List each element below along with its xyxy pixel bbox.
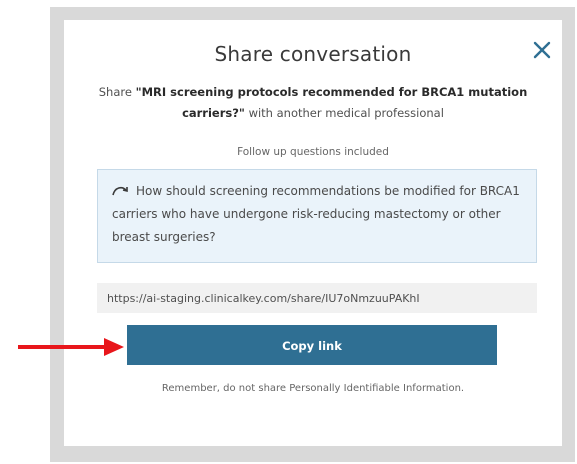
followup-label: Follow up questions included (237, 146, 389, 158)
copy-link-button[interactable]: Copy link (127, 325, 497, 365)
followup-question-box: How should screening recommendations be … (97, 169, 537, 263)
share-link-field[interactable] (97, 283, 537, 313)
pii-reminder: Remember, do not share Personally Identi… (161, 383, 465, 394)
reply-arrow-icon (112, 181, 130, 196)
share-suffix: with another medical professional (248, 106, 444, 120)
close-icon[interactable] (530, 38, 554, 62)
red-arrow-icon (18, 338, 124, 356)
dialog-title: Share conversation (214, 42, 412, 66)
share-dialog: Share conversation Share "MRI screening … (64, 20, 562, 446)
share-prefix: Share (98, 85, 132, 99)
followup-question-text: How should screening recommendations be … (112, 184, 520, 244)
share-description: Share "MRI screening protocols recommend… (88, 82, 538, 124)
